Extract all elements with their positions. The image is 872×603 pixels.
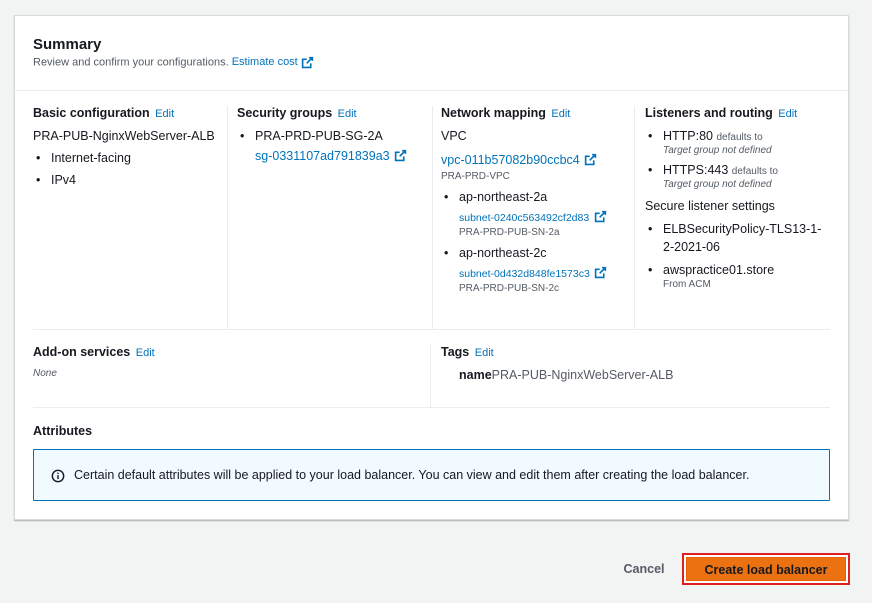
subnet-2c-row: subnet-0d432d848fe1573c3	[441, 264, 634, 282]
certificate-item: awspractice01.store	[645, 263, 831, 277]
vpc-link-row: vpc-011b57082b90ccbc4	[441, 151, 634, 169]
subnet-2a-name: PRA-PRD-PUB-SN-2a	[459, 227, 560, 238]
security-policy-line2: 2-2021-06	[663, 240, 720, 254]
security-group-name: PRA-PRD-PUB-SG-2A	[237, 129, 432, 143]
tags-section: Tags Edit namePRA-PUB-NginxWebServer-ALB	[441, 345, 830, 382]
listeners-edit-link[interactable]: Edit	[778, 108, 797, 120]
info-icon	[51, 469, 65, 483]
create-load-balancer-highlight: Create load balancer	[682, 553, 850, 585]
external-link-icon	[594, 210, 607, 223]
security-groups-edit-link[interactable]: Edit	[338, 108, 357, 120]
az-item-2a: ap-northeast-2a	[441, 190, 634, 204]
network-mapping-edit-link[interactable]: Edit	[551, 108, 570, 120]
network-mapping-heading: Network mapping Edit	[441, 106, 571, 120]
summary-title: Summary	[33, 36, 102, 53]
create-load-balancer-button[interactable]: Create load balancer	[686, 557, 846, 581]
certificate-source: From ACM	[663, 279, 711, 290]
addon-services-heading: Add-on services Edit	[33, 345, 155, 359]
scheme-item: Internet-facing	[33, 151, 227, 165]
tags-edit-link[interactable]: Edit	[475, 347, 494, 359]
listener-http-target: Target group not defined	[663, 145, 772, 156]
external-link-icon	[584, 153, 597, 166]
listener-https-target: Target group not defined	[663, 179, 772, 190]
listeners-section: Listeners and routing Edit HTTP:80 defau…	[635, 106, 831, 329]
attributes-heading: Attributes	[33, 424, 93, 438]
cancel-button[interactable]: Cancel	[610, 556, 678, 582]
divider	[33, 407, 830, 408]
security-groups-section: Security groups Edit PRA-PRD-PUB-SG-2A s…	[228, 106, 433, 329]
vpc-name: PRA-PRD-VPC	[441, 171, 510, 182]
basic-config-heading: Basic configuration Edit	[33, 106, 175, 120]
subnet-2a-link[interactable]: subnet-0240c563492cf2d83	[459, 212, 589, 224]
subnet-2a-row: subnet-0240c563492cf2d83	[441, 208, 634, 226]
security-groups-heading: Security groups Edit	[237, 106, 357, 120]
addon-services-edit-link[interactable]: Edit	[136, 347, 155, 359]
security-policy-line1: ELBSecurityPolicy-TLS13-1-	[645, 222, 831, 236]
external-link-icon	[594, 266, 607, 279]
external-link-icon	[394, 149, 407, 162]
tag-value: PRA-PUB-NginxWebServer-ALB	[491, 368, 674, 382]
tags-heading: Tags Edit	[441, 345, 494, 359]
summary-description: Review and confirm your configurations. …	[33, 56, 314, 69]
attributes-info-alert: Certain default attributes will be appli…	[33, 449, 830, 501]
summary-panel: Summary Review and confirm your configur…	[14, 15, 849, 520]
listener-https: HTTPS:443 defaults to	[645, 163, 831, 177]
divider	[33, 329, 830, 330]
subnet-2c-link[interactable]: subnet-0d432d848fe1573c3	[459, 268, 590, 280]
vpc-label: VPC	[441, 129, 467, 143]
security-group-id-link[interactable]: sg-0331107ad791839a3	[255, 149, 390, 163]
addon-services-value: None	[33, 368, 57, 379]
az-item-2c: ap-northeast-2c	[441, 246, 634, 260]
addon-services-section: Add-on services Edit None	[33, 345, 431, 407]
tag-row: namePRA-PUB-NginxWebServer-ALB	[441, 368, 830, 382]
listeners-heading: Listeners and routing Edit	[645, 106, 798, 120]
estimate-cost-label: Estimate cost	[231, 56, 298, 69]
basic-config-section: Basic configuration Edit PRA-PUB-NginxWe…	[33, 106, 228, 329]
external-link-icon	[301, 56, 314, 69]
estimate-cost-link[interactable]: Estimate cost	[232, 56, 314, 68]
vpc-id-link[interactable]: vpc-011b57082b90ccbc4	[441, 153, 580, 167]
ip-type-item: IPv4	[33, 173, 227, 187]
basic-config-edit-link[interactable]: Edit	[155, 108, 174, 120]
security-group-link-row: sg-0331107ad791839a3	[237, 147, 432, 165]
summary-description-text: Review and confirm your configurations.	[33, 56, 229, 69]
tag-key: name	[459, 368, 492, 382]
summary-header: Summary Review and confirm your configur…	[15, 16, 848, 91]
network-mapping-section: Network mapping Edit VPC vpc-011b57082b9…	[433, 106, 635, 329]
listener-http: HTTP:80 defaults to	[645, 129, 831, 143]
attributes-info-text: Certain default attributes will be appli…	[74, 468, 750, 482]
lb-name: PRA-PUB-NginxWebServer-ALB	[33, 129, 215, 143]
secure-listener-heading: Secure listener settings	[645, 199, 775, 213]
subnet-2c-name: PRA-PRD-PUB-SN-2c	[459, 283, 560, 294]
